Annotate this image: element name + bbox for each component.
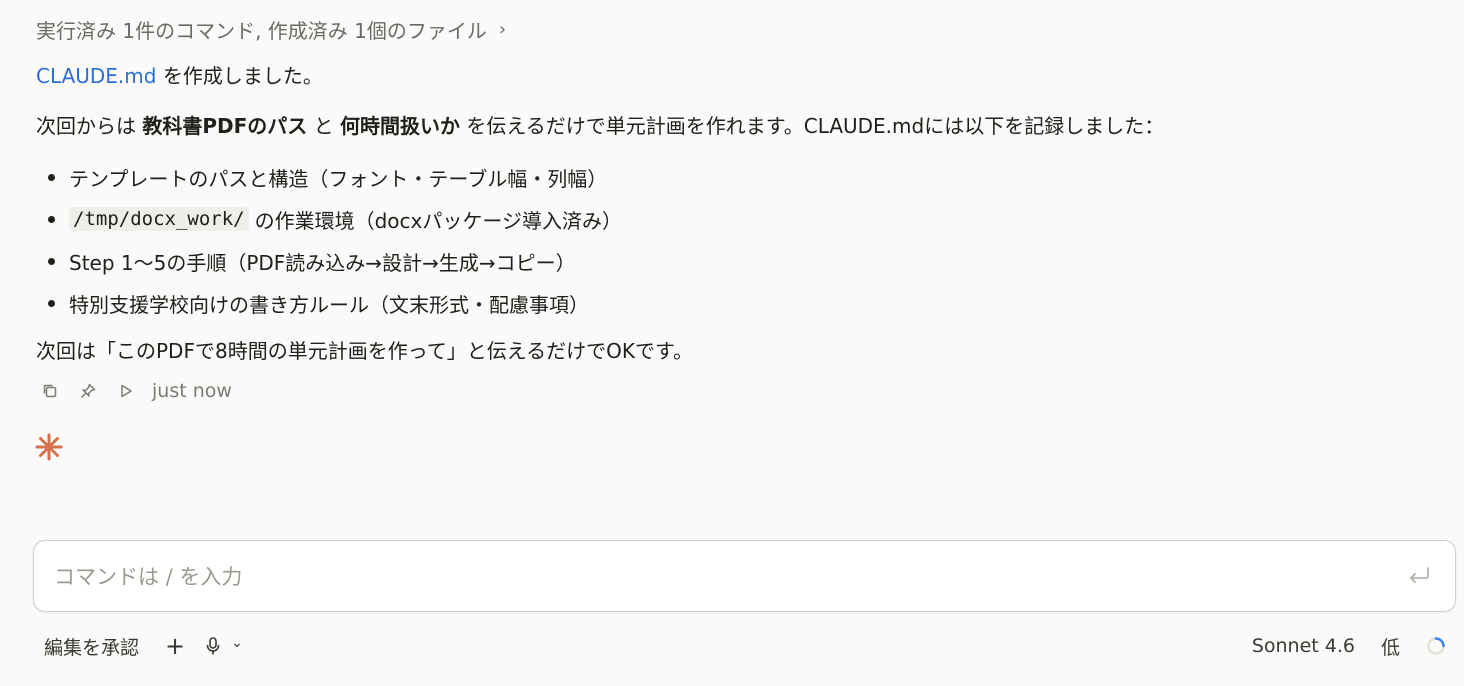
loading-spinner-icon	[1427, 637, 1445, 655]
chevron-right-icon: ›	[498, 18, 507, 40]
bullet-dot	[48, 173, 55, 181]
accept-edits-button[interactable]: 編集を承認	[44, 633, 139, 660]
mic-button[interactable]: ⌄	[205, 635, 243, 656]
list-item-text: 特別支援学校向けの書き方ルール（文末形式・配慮事項）	[69, 292, 589, 317]
tool-summary-toggle[interactable]: 実行済み 1件のコマンド, 作成済み 1個のファイル ›	[36, 14, 506, 44]
inline-code-path: /tmp/docx_work/	[69, 207, 249, 231]
intro-text-2: と	[307, 114, 340, 138]
add-button[interactable]: +	[165, 632, 185, 660]
list-item: /tmp/docx_work/ の作業環境（docxパッケージ導入済み）	[36, 198, 622, 240]
command-input[interactable]	[52, 559, 1376, 595]
list-item-text: Step 1〜5の手順（PDF読み込み→設計→生成→コピー）	[69, 250, 576, 275]
closing-paragraph: 次回は「このPDFで8時間の単元計画を作って」と伝えるだけでOKです。	[36, 339, 693, 363]
chevron-down-icon: ⌄	[231, 635, 243, 651]
intro-bold-hours: 何時間扱いか	[340, 114, 460, 138]
list-item-text: テンプレートのパスと構造（フォント・テーブル幅・列幅）	[69, 166, 608, 191]
claude-md-link[interactable]: CLAUDE.md	[36, 64, 156, 88]
mic-icon	[206, 637, 220, 655]
pin-icon[interactable]	[78, 381, 98, 401]
bullet-dot	[48, 299, 55, 307]
model-selector[interactable]: Sonnet 4.6	[1252, 635, 1355, 657]
bullet-dot	[48, 257, 55, 265]
recorded-items-list: テンプレートのパスと構造（フォント・テーブル幅・列幅） /tmp/docx_wo…	[36, 156, 622, 324]
intro-bold-pdf-path: 教科書PDFのパス	[142, 114, 308, 138]
intro-paragraph: 次回からは 教科書PDFのパス と 何時間扱いか を伝えるだけで単元計画を作れま…	[36, 111, 1164, 141]
message-timestamp: just now	[152, 380, 232, 402]
list-item: Step 1〜5の手順（PDF読み込み→設計→生成→コピー）	[36, 240, 622, 282]
intro-text-3: を伝えるだけで単元計画を作れます。CLAUDE.mdには以下を記録しました：	[460, 114, 1165, 138]
created-file-suffix: を作成しました。	[156, 64, 323, 88]
created-file-line: CLAUDE.md を作成しました。	[36, 61, 323, 91]
effort-selector[interactable]: 低	[1381, 633, 1400, 660]
copy-icon[interactable]	[40, 381, 60, 401]
list-item-text: の作業環境（docxパッケージ導入済み）	[254, 208, 622, 233]
intro-text-1: 次回からは	[36, 114, 143, 138]
list-item: テンプレートのパスと構造（フォント・テーブル幅・列幅）	[36, 156, 622, 198]
command-input-box	[33, 540, 1456, 612]
message-actions: just now	[40, 376, 232, 406]
composer-toolbar: 編集を承認 + ⌄	[44, 630, 243, 662]
play-icon[interactable]	[116, 381, 136, 401]
claude-spark-icon	[35, 433, 63, 461]
tool-summary-text: 実行済み 1件のコマンド, 作成済み 1個のファイル	[36, 18, 487, 43]
model-controls: Sonnet 4.6 低	[1252, 630, 1446, 662]
enter-icon[interactable]	[1407, 565, 1431, 587]
list-item: 特別支援学校向けの書き方ルール（文末形式・配慮事項）	[36, 282, 622, 324]
bullet-dot	[48, 215, 55, 223]
